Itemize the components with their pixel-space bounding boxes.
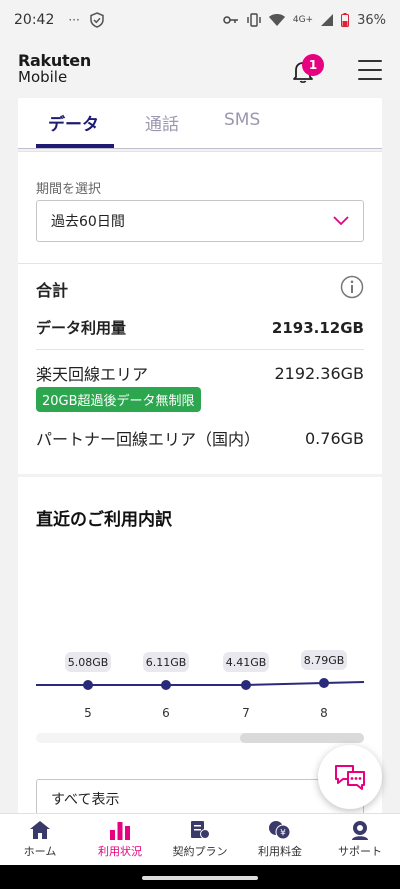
partner-area-row: パートナー回線エリア（国内） 0.76GB [36,426,364,450]
chevron-down-icon [333,216,349,226]
shield-check-icon [90,12,104,28]
signal-icon [321,14,334,26]
partner-area-value: 0.76GB [305,428,364,448]
data-usage-value: 2193.12GB [271,318,364,337]
usage-tabs: データ 通話 SMS [18,98,382,149]
tab-calls[interactable]: 通話 [145,110,179,135]
data-point [319,678,329,688]
x-tick-label: 5 [84,706,92,720]
rakuten-area-label: 楽天回線エリア [36,365,149,384]
data-usage-row: データ利用量 2193.12GB [36,317,364,338]
home-icon [30,821,50,839]
wifi-icon [268,14,285,26]
status-time: 20:42 [14,12,55,28]
show-all-label: すべて表示 [51,792,120,808]
notification-badge[interactable]: 1 [302,54,324,76]
active-tab-indicator [36,144,114,148]
tab-sms[interactable]: SMS [224,110,260,130]
nav-usage[interactable]: 利用状況 [80,814,160,865]
data-point [241,680,251,690]
nav-support[interactable]: サポート [320,814,400,865]
data-usage-label: データ利用量 [36,319,127,337]
x-tick-label: 6 [162,706,170,720]
rakuten-area-row: 楽天回線エリア 2192.36GB [36,361,364,385]
battery-icon [341,13,350,27]
nav-contract-plan[interactable]: 契約プラン [160,814,240,865]
network-type: 4G+ [292,15,314,25]
divider [18,263,382,264]
usage-line-chart[interactable]: 5.08GB 5 6.11GB 6 4.41GB 7 8.79GB 8 [18,637,382,727]
gesture-handle[interactable] [142,876,258,880]
total-title: 合計 [36,281,69,300]
chat-bubbles-icon [335,765,365,790]
rakuten-area-value: 2192.36GB [274,363,364,383]
data-label: 8.79GB [304,654,345,667]
bottom-navigation: ホーム 利用状況 契約プラン ¥ 利用料金 サポート [0,813,400,865]
status-bar: 20:42 ··· 4G+ 36% [0,0,400,40]
data-label: 6.11GB [146,656,187,669]
data-label: 4.41GB [226,656,267,669]
key-icon [223,16,238,24]
unlimited-data-badge: 20GB超過後データ無制限 [36,387,201,412]
partner-area-label: パートナー回線エリア（国内） [36,430,261,449]
data-point [83,680,93,690]
divider [36,349,364,350]
app-header: Rakuten Mobile 1 [0,40,400,98]
dots-icon: ··· [68,13,80,27]
recent-usage-title: 直近のご利用内訳 [36,510,172,530]
chat-support-button[interactable] [318,745,382,809]
hamburger-menu-icon[interactable] [358,60,382,80]
info-icon[interactable] [340,275,364,299]
data-point [161,680,171,690]
support-icon [352,821,368,840]
tab-data[interactable]: データ [48,110,99,135]
nav-billing[interactable]: ¥ 利用料金 [240,814,320,865]
battery-percent: 36% [357,12,386,28]
period-label: 期間を選択 [36,182,102,197]
rakuten-mobile-logo[interactable]: Rakuten Mobile [18,52,91,86]
vibrate-icon [247,13,261,27]
contract-icon [191,821,210,839]
period-select[interactable]: 過去60日間 [36,200,364,242]
svg-text:¥: ¥ [280,829,286,839]
billing-icon: ¥ [269,821,291,840]
usage-summary-card: 期間を選択 過去60日間 合計 データ利用量 2193.12GB 楽天回線エリア… [18,151,382,474]
chart-scroll-thumb[interactable] [240,733,364,743]
period-selected-value: 過去60日間 [51,214,125,230]
x-tick-label: 8 [320,706,328,720]
data-label: 5.08GB [68,656,109,669]
bar-chart-icon [110,822,130,840]
nav-home[interactable]: ホーム [0,814,80,865]
x-tick-label: 7 [242,706,250,720]
